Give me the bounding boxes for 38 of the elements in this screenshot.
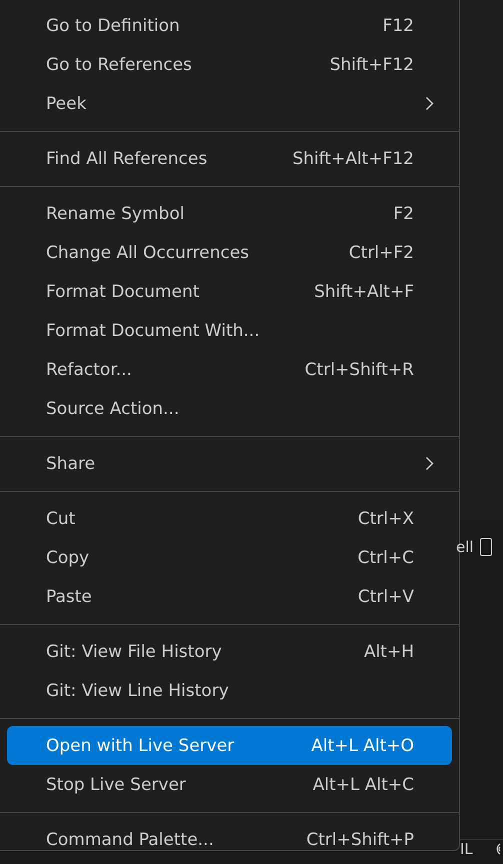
menu-item[interactable]: Source Action... [7, 389, 452, 428]
panel-tab-label[interactable]: ell [456, 538, 474, 556]
menu-item[interactable]: Git: View File History Alt+H [7, 632, 452, 671]
menu-item[interactable]: Go to Definition F12 [7, 6, 452, 45]
menu-item[interactable]: Rename Symbol F2 [7, 194, 452, 233]
shortcut-text: Ctrl+Shift+R [304, 360, 414, 380]
chevron-right-icon [425, 456, 434, 471]
shortcut-text: F2 [393, 204, 414, 224]
menu-item[interactable]: Share [7, 444, 452, 483]
shortcut-text: Shift+Alt+F [314, 282, 414, 302]
menu-item[interactable]: Paste Ctrl+V [7, 577, 452, 616]
menu-item[interactable]: Open with Live Server Alt+L Alt+O [7, 726, 452, 765]
menu-item[interactable]: Format Document With... [7, 311, 452, 350]
menu-item[interactable]: Copy Ctrl+C [7, 538, 452, 577]
shortcut-text: Ctrl+V [358, 586, 414, 606]
menu-item[interactable]: Command Palette... Ctrl+Shift+P [7, 820, 452, 859]
shortcut-text: Alt+L Alt+O [311, 736, 414, 756]
shortcut-text: Shift+Alt+F12 [292, 148, 414, 168]
shortcut-text: Alt+H [364, 642, 414, 662]
menu-item[interactable]: Find All References Shift+Alt+F12 [7, 139, 452, 178]
shortcut-text: F12 [382, 16, 414, 36]
shortcut-text: Ctrl+F2 [348, 242, 414, 262]
status-text: IL [460, 840, 473, 858]
square-icon[interactable] [480, 538, 492, 556]
menu-item[interactable]: Format Document Shift+Alt+F [7, 272, 452, 311]
shortcut-text: Ctrl+C [358, 548, 414, 568]
menu-item[interactable]: Refactor... Ctrl+Shift+R [7, 350, 452, 389]
shortcut-text: Ctrl+X [358, 508, 414, 528]
menu-item[interactable]: Change All Occurrences Ctrl+F2 [7, 233, 452, 272]
chevron-right-icon [425, 96, 434, 111]
shortcut-text: Ctrl+Shift+P [306, 830, 414, 850]
menu-item[interactable]: Stop Live Server Alt+L Alt+C [7, 765, 452, 804]
shortcut-text: Shift+F12 [330, 54, 414, 74]
menu-item[interactable]: Go to References Shift+F12 [7, 45, 452, 84]
menu-item[interactable]: Git: View Line History [7, 671, 452, 710]
shortcut-text: Alt+L Alt+C [312, 774, 414, 794]
menu-item[interactable]: Cut Ctrl+X [7, 499, 452, 538]
menu-item[interactable]: Peek [7, 84, 452, 123]
